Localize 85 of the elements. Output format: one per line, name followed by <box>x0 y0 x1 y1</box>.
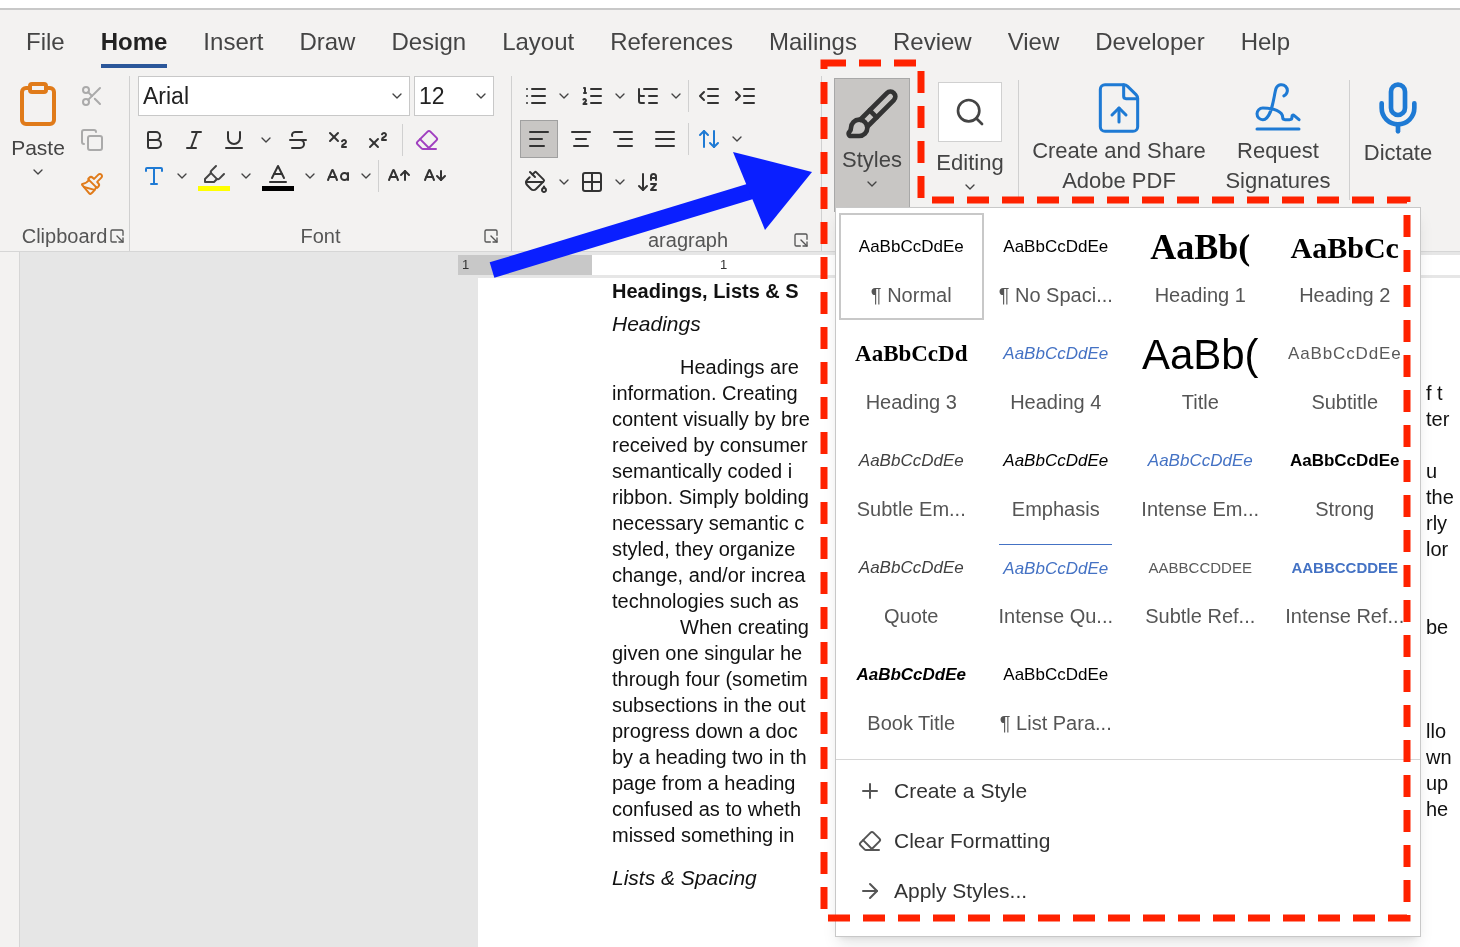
ribbon-tab[interactable]: Draw <box>299 24 356 68</box>
font-family-dropdown[interactable]: Arial <box>138 76 410 116</box>
body-text-line: When creating <box>680 615 809 638</box>
style-option[interactable]: AaBbCcDdEe Strong <box>1272 427 1417 534</box>
style-option[interactable]: AaBbCcDdEe Subtle Em... <box>839 427 984 534</box>
align-button[interactable] <box>520 120 558 158</box>
ribbon-tab[interactable]: Review <box>892 24 972 68</box>
body-text-fragment: the <box>1426 485 1454 510</box>
group-label: aragraph <box>648 228 729 253</box>
eraser-icon <box>858 829 882 853</box>
body-text-line: by a heading two in th <box>612 745 807 768</box>
style-option[interactable]: AaBbCcDdEe Intense Qu... <box>983 534 1128 641</box>
style-option[interactable]: AaBbCcDdEe ¶ List Para... <box>983 641 1128 748</box>
ribbon-tab[interactable]: Home <box>100 24 168 68</box>
body-text-line: Headings are <box>680 355 799 378</box>
body-text-line: semantically coded i <box>612 459 793 482</box>
body-text-line: change, and/or increa <box>612 563 806 586</box>
styles-button[interactable]: Styles <box>834 78 910 212</box>
style-option[interactable]: AaBbCcDdEe Intense Em... <box>1128 427 1273 534</box>
body-text-line: missed something in <box>612 823 795 846</box>
search-icon <box>954 96 986 128</box>
launcher-icon[interactable] <box>109 228 125 244</box>
ribbon-tab[interactable]: Layout <box>502 24 575 68</box>
adobe-pdf-button[interactable]: Create and Share Adobe PDF <box>1019 76 1219 196</box>
style-option[interactable]: AaBbCcDdEe ¶ No Spaci... <box>983 213 1128 320</box>
body-text-line: progress down a doc <box>612 719 798 742</box>
body-text-fragment: he <box>1426 797 1449 822</box>
document-title: Headings, Lists & S <box>612 280 799 302</box>
body-text-fragment: wn <box>1426 745 1452 770</box>
section-heading: Lists & Spacing <box>612 865 757 891</box>
ribbon-tab[interactable]: Mailings <box>768 24 857 68</box>
style-option[interactable]: AaBb( Heading 1 <box>1128 213 1273 320</box>
paste-button[interactable]: Paste <box>8 76 68 180</box>
body-text-line: necessary semantic c <box>612 511 805 534</box>
body-text-line: content visually by bre <box>612 407 810 430</box>
dictate-button[interactable]: Dictate <box>1350 76 1446 169</box>
style-option[interactable]: AABBCCDDEE Intense Ref... <box>1272 534 1417 641</box>
style-option[interactable]: AaBbCcDdEe ¶ Normal <box>839 213 984 320</box>
ribbon-tab[interactable]: Developer <box>1095 24 1205 68</box>
ribbon-tab[interactable]: Insert <box>203 24 264 68</box>
editing-button[interactable]: Editing <box>936 82 1004 195</box>
ruler-number: 1 <box>720 256 728 275</box>
body-text-line: information. Creating <box>612 381 798 404</box>
body-text-line: given one singular he <box>612 641 803 664</box>
menu-item[interactable]: Clear Formatting <box>836 820 1067 862</box>
body-text-fragment: ter <box>1426 407 1450 432</box>
body-text-fragment: llo <box>1426 719 1446 744</box>
body-text-line: received by consumer <box>612 433 808 456</box>
menu-item[interactable]: Apply Styles... <box>836 870 1044 912</box>
launcher-icon[interactable] <box>793 232 809 248</box>
style-option[interactable]: AaBbCcDdEe Quote <box>839 534 984 641</box>
body-text-fragment: lor <box>1426 537 1449 562</box>
body-text-line: technologies such as <box>612 589 799 612</box>
group-label: Font <box>300 224 341 249</box>
body-text-fragment: u <box>1426 459 1438 484</box>
style-option[interactable]: AaBbCcDdEe Heading 4 <box>983 320 1128 427</box>
ribbon-tab[interactable]: File <box>26 24 65 68</box>
ribbon-tab[interactable]: Help <box>1240 24 1290 68</box>
body-text-fragment: rly <box>1426 511 1448 536</box>
body-text-fragment: f t <box>1426 381 1443 406</box>
style-option[interactable]: AaBbCc Heading 2 <box>1272 213 1417 320</box>
style-option[interactable]: AABBCCDDEE Subtle Ref... <box>1128 534 1273 641</box>
body-text-line: confused as to wheth <box>612 797 801 820</box>
body-text-line: subsections in the out <box>612 693 806 716</box>
style-option[interactable]: AaBbCcDd Heading 3 <box>839 320 984 427</box>
request-signatures-button[interactable]: Request Signatures <box>1219 76 1337 196</box>
section-heading: Headings <box>612 311 701 337</box>
font-size-dropdown[interactable]: 12 <box>414 76 494 116</box>
body-text-line: ribbon. Simply bolding <box>612 485 809 508</box>
ribbon-tab[interactable]: View <box>1007 24 1060 68</box>
launcher-icon[interactable] <box>483 228 499 244</box>
ribbon-tab[interactable]: Design <box>391 24 467 68</box>
body-text-line: page from a heading <box>612 771 796 794</box>
style-option[interactable]: AaBbCcDdEe Book Title <box>839 641 984 748</box>
body-text-fragment: be <box>1426 615 1449 640</box>
ruler-number: 1 <box>461 256 470 275</box>
group-label: Clipboard <box>21 224 108 249</box>
ribbon-tab[interactable]: References <box>610 24 733 68</box>
body-text-line: through four (sometim <box>612 667 808 690</box>
menu-item[interactable]: Create a Style <box>836 770 1044 812</box>
body-text-line: styled, they organize <box>612 537 796 560</box>
body-text-fragment: up <box>1426 771 1449 796</box>
style-option[interactable]: AaBb( Title <box>1128 320 1273 427</box>
style-option[interactable]: AaBbCcDdEe Subtitle <box>1272 320 1417 427</box>
style-option[interactable]: AaBbCcDdEe Emphasis <box>983 427 1128 534</box>
